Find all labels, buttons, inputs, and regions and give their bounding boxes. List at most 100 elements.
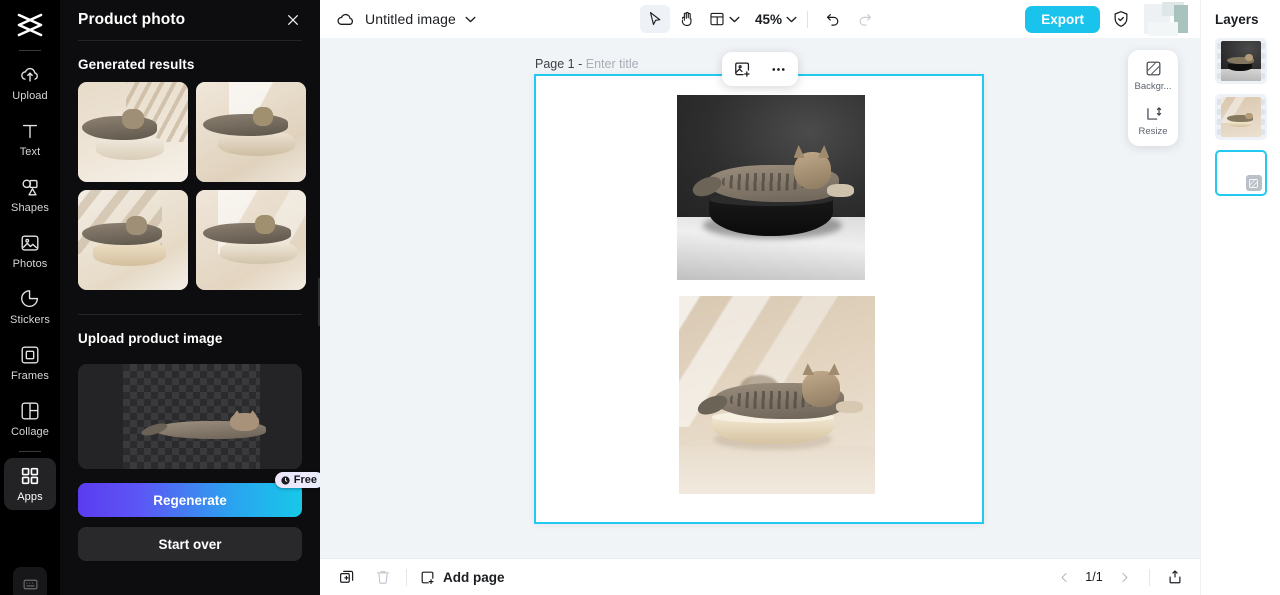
panel-title: Product photo [78, 11, 186, 28]
page-indicator: 1/1 [1085, 570, 1103, 584]
free-badge-label: Free [293, 474, 317, 486]
canvas-image-dark-podium-cat[interactable] [677, 95, 865, 280]
sidebar-item-shapes[interactable]: Shapes [4, 169, 56, 221]
add-image-button[interactable] [731, 58, 753, 80]
bottom-bar: Add page 1/1 [320, 558, 1200, 595]
canvas-image-cream-podium-cat[interactable] [679, 296, 875, 494]
layers-title: Layers [1215, 12, 1259, 27]
app-root: Upload Text Shapes Photos Stickers Frame… [0, 0, 1280, 595]
layer-dark-cat-image[interactable] [1214, 38, 1267, 84]
upload-product-image-dropzone[interactable] [78, 364, 302, 469]
sidebar-item-frames[interactable]: Frames [4, 337, 56, 389]
layer-background[interactable] [1214, 150, 1267, 196]
hand-tool[interactable] [672, 5, 702, 33]
user-avatar[interactable] [1142, 2, 1188, 36]
shapes-icon [19, 176, 41, 198]
add-page-label: Add page [443, 569, 505, 585]
panel-collapse-handle[interactable] [318, 278, 320, 326]
page-number-label: Page 1 - [535, 57, 583, 71]
sidebar-item-label: Frames [11, 370, 49, 382]
resize-icon [1146, 107, 1161, 120]
zoom-caret-icon[interactable] [786, 16, 797, 23]
generated-result-3[interactable] [78, 190, 188, 290]
background-tool[interactable]: Backgr... [1130, 59, 1176, 92]
page-navigation: 1/1 [1053, 566, 1186, 588]
top-toolbar: Untitled image 45% Export [320, 0, 1200, 38]
free-badge: Free [274, 472, 320, 488]
generated-result-4[interactable] [196, 190, 306, 290]
regenerate-button[interactable]: Regenerate Free [78, 472, 320, 517]
hand-icon [681, 11, 692, 27]
canvas-page[interactable] [534, 74, 984, 524]
export-page-button[interactable] [1164, 566, 1186, 588]
next-page-button[interactable] [1113, 566, 1135, 588]
upload-cloud-icon [19, 64, 41, 86]
coin-icon [281, 475, 290, 485]
sidebar-item-photos[interactable]: Photos [4, 225, 56, 277]
page-title-input[interactable]: Enter title [586, 57, 639, 71]
layer-thumbnail [1217, 153, 1264, 193]
sidebar-item-label: Text [19, 146, 41, 158]
document-title[interactable]: Untitled image [365, 11, 456, 27]
background-icon [1245, 175, 1262, 191]
regenerate-label: Regenerate [153, 492, 227, 508]
prev-page-button[interactable] [1053, 566, 1075, 588]
rail-divider-apps [19, 451, 41, 452]
select-tool[interactable] [639, 5, 670, 33]
sidebar-item-label: Shapes [11, 202, 49, 214]
sidebar-item-apps[interactable]: Apps [4, 458, 56, 510]
start-over-button[interactable]: Start over [78, 527, 302, 561]
sidebar-item-upload[interactable]: Upload [4, 57, 56, 109]
bottom-bar-divider [406, 568, 407, 586]
chevron-down-icon[interactable] [465, 16, 476, 23]
rail-divider-top [19, 50, 41, 51]
cursor-arrow-icon [649, 11, 661, 26]
chevron-left-icon [1061, 572, 1067, 582]
more-options-button[interactable] [767, 58, 789, 80]
keyboard-icon[interactable] [13, 567, 47, 595]
close-icon[interactable] [282, 9, 304, 31]
canvas-floating-toolbar [722, 52, 798, 86]
layers-panel: Layers [1200, 0, 1280, 595]
export-upload-icon [1169, 570, 1181, 584]
duplicate-page-icon [340, 570, 354, 583]
apps-grid-icon [19, 465, 41, 487]
main-area: Untitled image 45% Export Page 1 - Enter… [320, 0, 1200, 595]
layer-thumbnail [1220, 41, 1261, 81]
chevron-down-icon [729, 16, 740, 22]
sidebar-item-collage[interactable]: Collage [4, 393, 56, 445]
generated-result-2[interactable] [196, 82, 306, 182]
redo-button[interactable] [850, 5, 880, 33]
sidebar-item-label: Apps [17, 491, 43, 503]
layer-cream-cat-image[interactable] [1214, 94, 1267, 140]
panel-header: Product photo [60, 0, 320, 40]
shield-check-icon[interactable] [1110, 8, 1132, 30]
zoom-value[interactable]: 45% [745, 12, 784, 27]
undo-button[interactable] [818, 5, 848, 33]
sidebar-item-stickers[interactable]: Stickers [4, 281, 56, 333]
upload-product-image-title: Upload product image [78, 331, 223, 346]
resize-tool-label: Resize [1138, 126, 1168, 137]
collage-icon [19, 400, 41, 422]
undo-icon [827, 14, 839, 26]
capcut-logo[interactable] [10, 8, 50, 42]
cloud-saved-icon[interactable] [334, 8, 356, 30]
ellipsis-icon [771, 67, 785, 71]
canvas-area[interactable]: Page 1 - Enter title Backgr... Resize [320, 38, 1200, 558]
layout-tool[interactable] [704, 5, 743, 33]
resize-tool[interactable]: Resize [1130, 104, 1176, 137]
left-rail: Upload Text Shapes Photos Stickers Frame… [0, 0, 60, 595]
add-page-button[interactable]: Add page [419, 569, 505, 586]
delete-page-button[interactable] [372, 566, 394, 588]
page-label: Page 1 - Enter title [535, 57, 639, 71]
toolbar-center-tools: 45% [639, 5, 880, 33]
generated-result-1[interactable] [78, 82, 188, 182]
toolbar-divider [807, 10, 809, 28]
generated-results-grid [60, 82, 320, 290]
export-button[interactable]: Export [1025, 5, 1100, 33]
duplicate-page-button[interactable] [336, 566, 358, 588]
photos-icon [19, 232, 41, 254]
layout-grid-icon [710, 12, 724, 26]
generated-results-title: Generated results [78, 57, 195, 72]
sidebar-item-text[interactable]: Text [4, 113, 56, 165]
